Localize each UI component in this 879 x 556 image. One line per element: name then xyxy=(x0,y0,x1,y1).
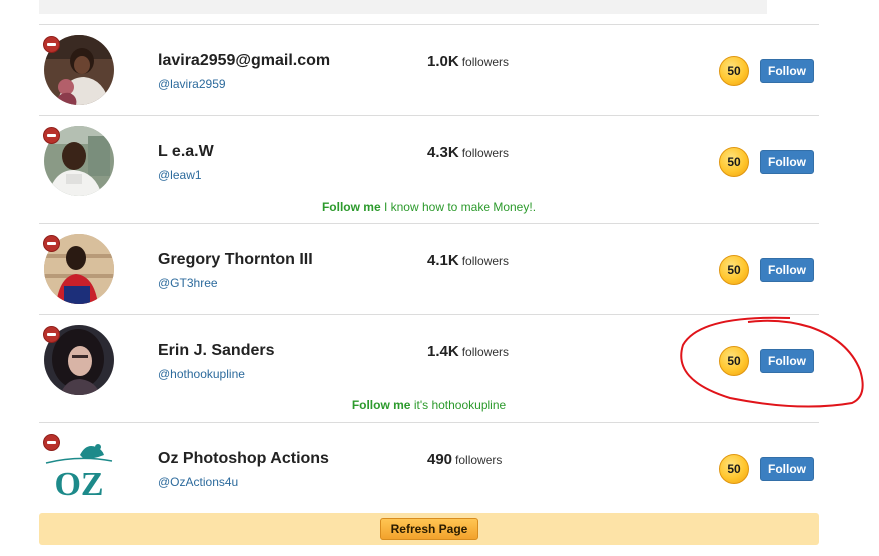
followers-count: 490 followers xyxy=(427,451,502,469)
followers-number: 490 xyxy=(427,451,453,468)
user-name[interactable]: L e.a.W xyxy=(158,143,214,161)
coin-badge: 50 xyxy=(719,255,749,285)
follow-button[interactable]: Follow xyxy=(760,349,814,373)
user-row: L e.a.W @leaw1 4.3K followers 50 Follow F… xyxy=(39,116,819,224)
user-name[interactable]: Erin J. Sanders xyxy=(158,342,275,360)
user-name[interactable]: Oz Photoshop Actions xyxy=(158,450,329,468)
user-row: OZ Oz Photoshop Actions @OzActions4u 490… xyxy=(39,423,819,514)
followers-label: followers xyxy=(455,453,503,467)
followers-count: 4.1K followers xyxy=(427,252,509,270)
followers-count: 1.4K followers xyxy=(427,343,509,361)
coin-badge: 50 xyxy=(719,346,749,376)
followers-number: 4.3K xyxy=(427,144,459,161)
followers-label: followers xyxy=(461,146,510,160)
followers-count: 1.0K followers xyxy=(427,53,509,71)
user-handle[interactable]: @lavira2959 xyxy=(158,77,226,91)
user-list: lavira2959@gmail.com @lavira2959 1.0K fol… xyxy=(39,24,819,514)
follow-button[interactable]: Follow xyxy=(760,59,814,83)
promo-strong: Follow me xyxy=(321,200,381,214)
promo-text: I know how to make Money!. xyxy=(380,200,537,214)
user-row: lavira2959@gmail.com @lavira2959 1.0K fol… xyxy=(39,25,819,116)
followers-label: followers xyxy=(461,55,510,69)
user-name[interactable]: lavira2959@gmail.com xyxy=(158,52,330,70)
oz-logo-text: OZ xyxy=(54,466,103,503)
footer-bar: Refresh Page xyxy=(39,513,819,545)
promo-message: Follow me it's hothookupline xyxy=(39,398,819,412)
user-row: Gregory Thornton III @GT3hree 4.1K follow… xyxy=(39,224,819,315)
remove-icon[interactable] xyxy=(43,36,60,53)
top-panel-edge xyxy=(39,0,767,14)
remove-icon[interactable] xyxy=(43,434,60,451)
followers-label: followers xyxy=(461,345,510,359)
remove-icon[interactable] xyxy=(43,235,60,252)
user-handle[interactable]: @hothookupline xyxy=(158,367,245,381)
user-name[interactable]: Gregory Thornton III xyxy=(158,251,313,269)
coin-badge: 50 xyxy=(719,147,749,177)
followers-number: 1.0K xyxy=(427,53,459,70)
user-handle[interactable]: @GT3hree xyxy=(158,276,218,290)
followers-number: 1.4K xyxy=(427,343,459,360)
promo-strong: Follow me xyxy=(351,398,411,412)
refresh-page-button[interactable]: Refresh Page xyxy=(380,518,478,540)
remove-icon[interactable] xyxy=(43,127,60,144)
user-handle[interactable]: @OzActions4u xyxy=(158,475,238,489)
promo-text: it's hothookupline xyxy=(410,398,507,412)
promo-message: Follow me I know how to make Money!. xyxy=(39,200,819,214)
follow-button[interactable]: Follow xyxy=(760,457,814,481)
followers-label: followers xyxy=(461,254,510,268)
followers-number: 4.1K xyxy=(427,252,459,269)
user-handle[interactable]: @leaw1 xyxy=(158,168,202,182)
user-row: Erin J. Sanders @hothookupline 1.4K follo… xyxy=(39,315,819,423)
coin-badge: 50 xyxy=(719,454,749,484)
follow-button[interactable]: Follow xyxy=(760,150,814,174)
followers-count: 4.3K followers xyxy=(427,144,509,162)
follow-button[interactable]: Follow xyxy=(760,258,814,282)
coin-badge: 50 xyxy=(719,56,749,86)
remove-icon[interactable] xyxy=(43,326,60,343)
